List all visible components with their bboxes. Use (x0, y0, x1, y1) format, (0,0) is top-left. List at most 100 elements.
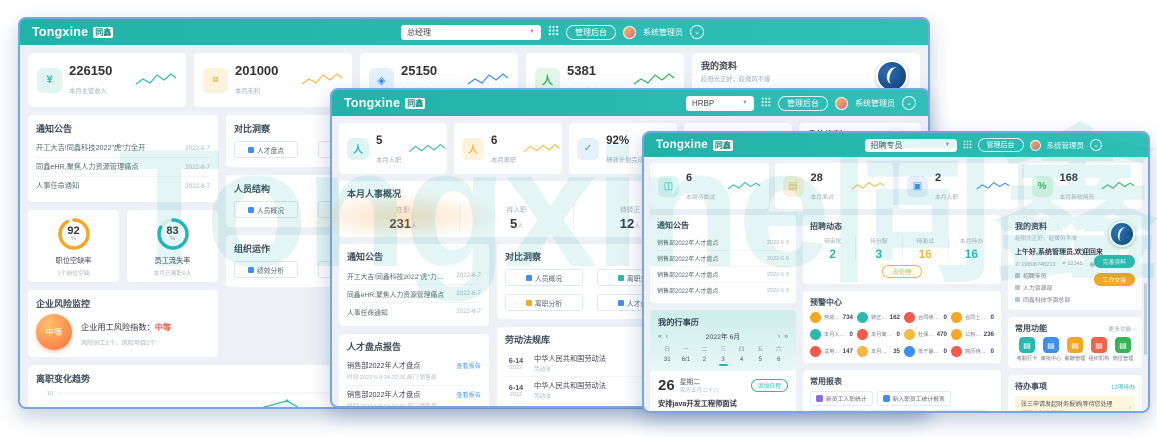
calendar-prev-year-button[interactable]: « (658, 333, 662, 340)
view-report-link[interactable]: 查看报告 (456, 390, 481, 400)
notice-item[interactable]: 开工大吉!同鑫科技2022"虎"力全开 2022-6-7 (36, 139, 210, 158)
notice-item[interactable]: 销售部2022年人才盘点 2022-6-9 (657, 235, 789, 251)
warning-item[interactable]: 本月转正人员 35 (857, 346, 900, 357)
profile-action-button[interactable]: 工作交接 (1094, 273, 1135, 286)
warning-item[interactable]: 试用期到期人员 147 (810, 346, 853, 357)
calendar-day[interactable]: 5 (751, 356, 770, 366)
admin-console-button[interactable]: 管理后台 (566, 25, 616, 40)
overview-unit: 人 (411, 224, 417, 230)
recruit-label: 待审批 (810, 236, 855, 245)
report-chip[interactable]: 新入职员工统计报表 (877, 391, 951, 406)
donut-gauge: 92% (55, 215, 93, 253)
notice-item[interactable]: 开工大吉!同鑫科技2022"虎"力全开 2022-6-7 (347, 267, 481, 285)
function-item[interactable]: ▤ 考勤打卡 (1015, 337, 1039, 362)
notice-item[interactable]: 人事任命通知 2022-6-7 (347, 303, 481, 320)
notice-text: 人事任命通知 (347, 307, 388, 317)
warning-item[interactable]: 低于最低工资人员 0 (904, 346, 947, 357)
weekday-label: 四 (732, 344, 751, 353)
warning-label: 本月入职人员 (824, 331, 847, 338)
sparkline (727, 179, 761, 194)
report-chip[interactable]: 新员工入职统计 (810, 391, 873, 406)
risk-label: 企业用工风险指数： (81, 323, 155, 332)
warning-item[interactable]: 劳动合同到期 734 (810, 312, 853, 323)
collapse-circle-icon[interactable]: ⌄ (1090, 139, 1102, 151)
warning-icon (810, 346, 821, 357)
warning-item[interactable]: 合同续签预警 0 (904, 312, 947, 323)
calendar-day[interactable]: 4 (732, 356, 751, 366)
common-functions-panel: 常用功能 更多功能 › ▤ 考勤打卡 ▤ 审批中心 ▤ (1008, 317, 1142, 368)
overview-column: 待入职 5人 (460, 204, 573, 231)
notice-item[interactable]: 销售部2022年人才盘点 2022-6-9 (657, 251, 789, 267)
sparkline (976, 179, 1010, 194)
admin-console-button[interactable]: 管理后台 (978, 138, 1024, 152)
stat-icon: 人 (347, 138, 369, 160)
overview-label: 在职 (347, 204, 459, 214)
apps-grid-icon[interactable] (761, 94, 771, 112)
brand-logo-cn: 同鑫 (93, 27, 113, 38)
more-functions-link[interactable]: 更多功能 › (1108, 324, 1135, 333)
analysis-button[interactable]: 绩效分析 (234, 261, 298, 278)
calendar-day[interactable]: 31 (658, 356, 677, 366)
function-item[interactable]: ▤ 薪酬管理 (1063, 337, 1087, 362)
profile-action-button[interactable]: 完善资料 (1094, 255, 1135, 268)
app-header: Tongxine 同鑫 招聘专员▼ 管理后台 系统管理员 ⌄ (644, 133, 1148, 157)
calendar-day[interactable]: 3 (714, 356, 733, 366)
calendar-day[interactable]: 6 (769, 356, 788, 366)
function-item[interactable]: ▤ 审批中心 (1039, 337, 1063, 362)
report-chip[interactable]: 人员结构分析 (871, 410, 928, 413)
warning-item[interactable]: 转正合同预警 162 (857, 312, 900, 323)
notice-item[interactable]: 同鑫eHR,聚焦人力资源管理痛点 2022-6-7 (36, 158, 210, 177)
apps-grid-icon[interactable] (548, 23, 559, 41)
todo-panel: 待办事项 12项待办 张三申请发起财务报销|等待您处理 2022-6-9 15:… (1008, 375, 1142, 413)
role-select[interactable]: 总经理▼ (401, 25, 541, 40)
stat-icon: ◫ (658, 176, 679, 197)
add-schedule-button[interactable]: 添加日程 (751, 379, 788, 392)
apps-grid-icon[interactable] (963, 136, 972, 154)
calendar-prev-month-button[interactable]: ‹ (666, 333, 668, 340)
analysis-button[interactable]: 人才盘点 (234, 141, 298, 158)
calendar-day[interactable]: 2 (695, 356, 714, 366)
warning-item[interactable]: 合同上限预警 0 (951, 312, 994, 323)
admin-console-button[interactable]: 管理后台 (778, 96, 828, 111)
overview-column: 在职 231人 (347, 204, 460, 231)
role-select[interactable]: 招聘专员▼ (865, 139, 957, 152)
role-select[interactable]: HRBP▼ (686, 96, 754, 111)
function-item[interactable]: ▤ 岗位管理 (1111, 337, 1135, 362)
warning-item[interactable]: 公积金未缴人员 236 (951, 329, 994, 340)
warning-item[interactable]: 本月入职人员 0 (810, 329, 853, 340)
warning-item[interactable]: 简历待确认 0 (951, 346, 994, 357)
calendar-next-year-button[interactable]: » (784, 333, 788, 340)
risk-level-badge: 中等 (36, 314, 72, 350)
collapse-circle-icon[interactable]: ⌄ (690, 25, 704, 39)
collapse-circle-icon[interactable]: ⌄ (902, 96, 916, 110)
law-day: 6-14 (505, 383, 527, 392)
calendar-next-month-button[interactable]: › (778, 333, 780, 340)
handle-now-button[interactable]: 去处理 (882, 265, 923, 278)
todo-item[interactable]: 张三申请发起财务报销|等待您处理 2022-6-9 15:39:35 › (1015, 396, 1135, 413)
user-avatar[interactable] (1030, 140, 1041, 151)
risk-value: 中等 (155, 323, 171, 332)
user-avatar[interactable] (623, 26, 636, 39)
scrollbar[interactable] (1144, 283, 1147, 355)
avatar[interactable] (1109, 221, 1135, 247)
report-chip[interactable]: 人员流动分析 (932, 410, 989, 413)
warning-label: 劳动合同到期 (824, 314, 840, 321)
notice-item[interactable]: 销售部2022年人才盘点 2022-6-9 (657, 283, 789, 298)
notice-item[interactable]: 人事任命通知 2022-6-7 (36, 177, 210, 195)
report-chip[interactable]: 离职人员统计 (810, 410, 867, 413)
calendar-event-title[interactable]: 安排java开发工程师面试 (658, 399, 788, 409)
analysis-button-label: 绩效分析 (257, 265, 284, 275)
analysis-button[interactable]: 人员概况 (505, 269, 583, 286)
notice-item[interactable]: 销售部2022年人才盘点 2022-6-9 (657, 267, 789, 283)
view-report-link[interactable]: 查看报告 (456, 361, 481, 371)
todo-count-link[interactable]: 12项待办 (1111, 382, 1135, 391)
notice-item[interactable]: 同鑫eHR,聚焦人力资源管理痛点 2022-6-7 (347, 285, 481, 303)
user-avatar[interactable] (835, 97, 848, 110)
calendar-day[interactable]: 6/1 (677, 356, 696, 366)
analysis-button[interactable]: 人员概况 (234, 201, 298, 218)
warning-item[interactable]: 社保未缴纳人员 470 (904, 329, 947, 340)
warning-item[interactable]: 本月离职人员 0 (857, 329, 900, 340)
stat-value: 168 (1060, 172, 1078, 184)
function-item[interactable]: ▤ 组织机构 (1087, 337, 1111, 362)
analysis-button[interactable]: 离职分析 (505, 294, 583, 311)
